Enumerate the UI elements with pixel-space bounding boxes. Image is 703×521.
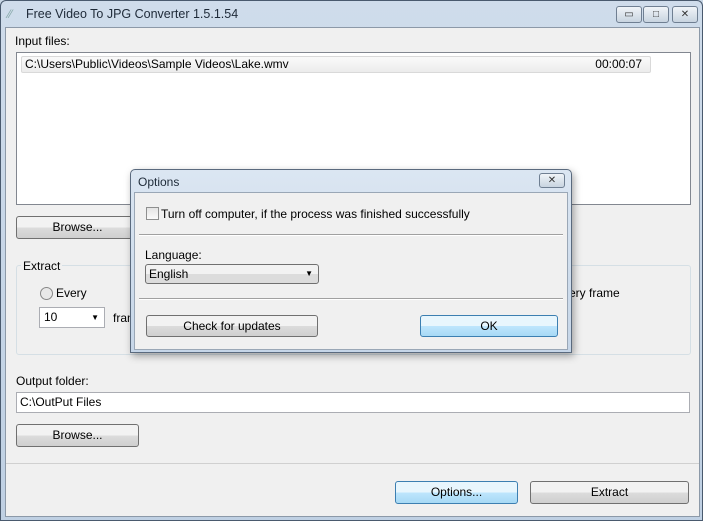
extract-button[interactable]: Extract bbox=[530, 481, 689, 504]
minimize-button[interactable]: ▭ bbox=[616, 6, 642, 23]
dialog-close-button[interactable]: ✕ bbox=[539, 173, 565, 188]
every-label: Every bbox=[56, 286, 87, 300]
dialog-client: Turn off computer, if the process was fi… bbox=[134, 192, 568, 350]
check-updates-button[interactable]: Check for updates bbox=[146, 315, 318, 337]
language-select[interactable]: English ▼ bbox=[145, 264, 319, 284]
file-duration: 00:00:07 bbox=[595, 57, 642, 71]
output-folder-label: Output folder: bbox=[16, 374, 89, 388]
divider bbox=[139, 298, 563, 300]
divider bbox=[139, 234, 563, 236]
language-value: English bbox=[149, 267, 189, 281]
app-icon: ⁄⁄ bbox=[8, 7, 13, 21]
maximize-button[interactable]: □ bbox=[643, 6, 669, 23]
chevron-down-icon: ▼ bbox=[91, 313, 99, 322]
dialog-title: Options bbox=[138, 175, 180, 189]
every-value-combo[interactable]: 10 ▼ bbox=[39, 307, 105, 328]
close-button[interactable]: ✕ bbox=[672, 6, 698, 23]
every-radio[interactable] bbox=[40, 287, 53, 300]
language-label: Language: bbox=[145, 248, 202, 262]
window-title: Free Video To JPG Converter 1.5.1.54 bbox=[26, 7, 239, 21]
chevron-down-icon: ▼ bbox=[305, 269, 313, 278]
options-dialog: Options ✕ Turn off computer, if the proc… bbox=[130, 169, 572, 353]
shutdown-label: Turn off computer, if the process was fi… bbox=[161, 207, 470, 221]
footer-divider bbox=[6, 463, 699, 464]
file-row[interactable]: C:\Users\Public\Videos\Sample Videos\Lak… bbox=[21, 56, 651, 73]
shutdown-checkbox[interactable] bbox=[146, 207, 159, 220]
input-files-label: Input files: bbox=[15, 34, 70, 48]
output-browse-button[interactable]: Browse... bbox=[16, 424, 139, 447]
ok-button[interactable]: OK bbox=[420, 315, 558, 337]
output-folder-input[interactable]: C:\OutPut Files bbox=[16, 392, 690, 413]
input-browse-button[interactable]: Browse... bbox=[16, 216, 139, 239]
every-value: 10 bbox=[44, 310, 58, 324]
options-button[interactable]: Options... bbox=[395, 481, 518, 504]
file-path: C:\Users\Public\Videos\Sample Videos\Lak… bbox=[25, 57, 289, 71]
extract-label: Extract bbox=[21, 259, 63, 273]
